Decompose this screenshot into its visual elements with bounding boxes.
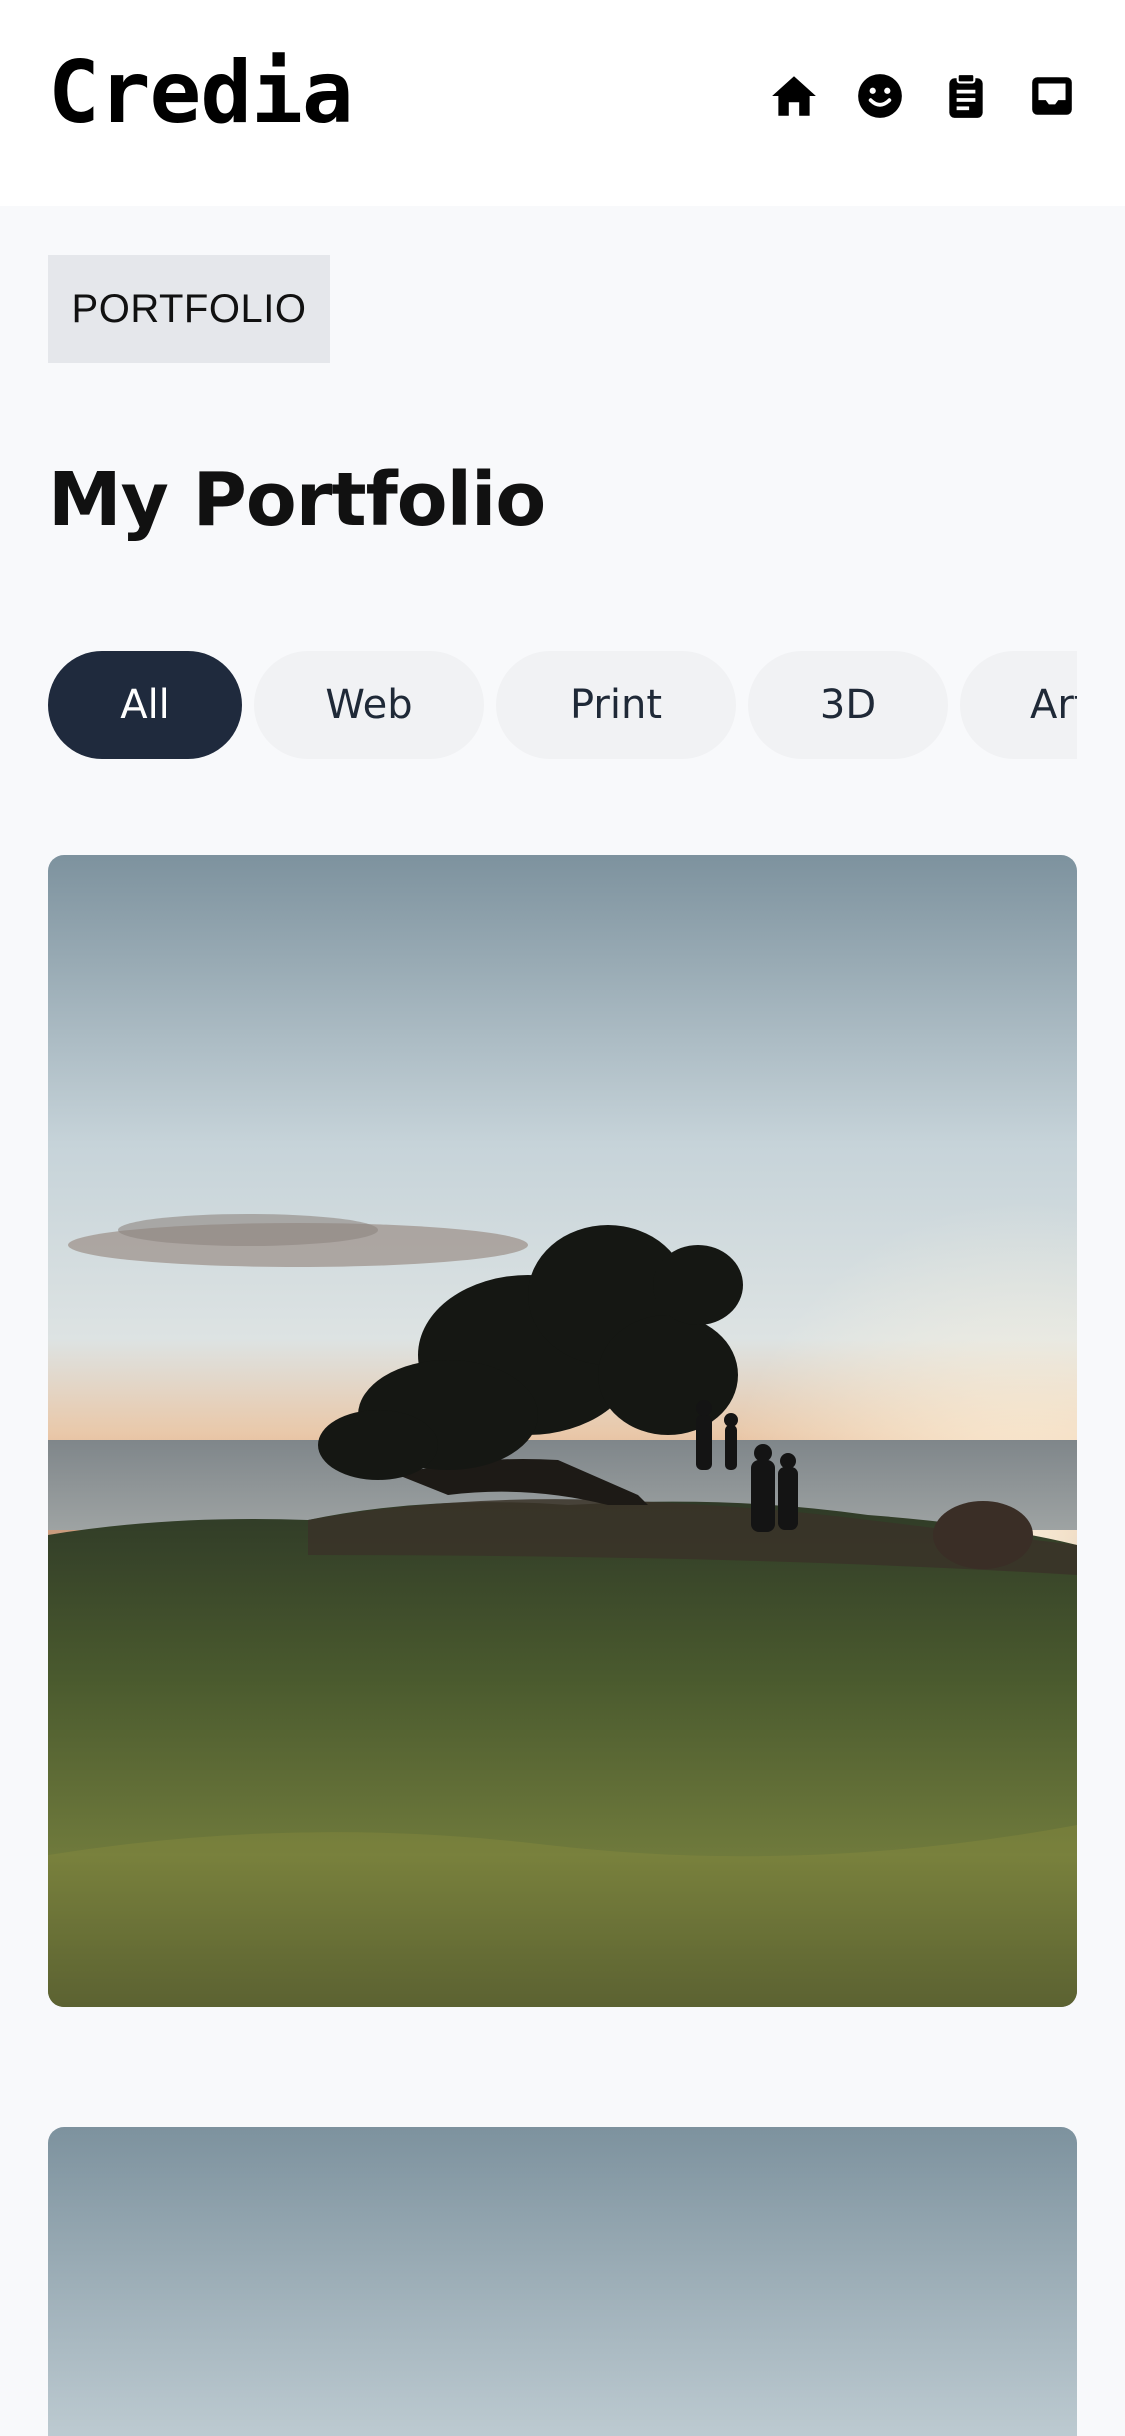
- app-logo[interactable]: Credia: [48, 50, 354, 136]
- home-icon[interactable]: [769, 68, 819, 124]
- filter-bar: All Web Print 3D Art: [48, 651, 1077, 759]
- filter-art[interactable]: Art: [960, 651, 1077, 759]
- filter-print[interactable]: Print: [496, 651, 736, 759]
- portfolio-item-1[interactable]: [48, 855, 1077, 2007]
- section-badge: PORTFOLIO: [48, 255, 330, 363]
- smiley-icon[interactable]: [855, 68, 905, 124]
- nav-icons: [769, 68, 1077, 124]
- inbox-icon[interactable]: [1027, 68, 1077, 124]
- sky-photo: [48, 2127, 1077, 2436]
- portfolio-item-2[interactable]: [48, 2127, 1077, 2436]
- filter-web[interactable]: Web: [254, 651, 484, 759]
- sunset-tree-photo: [48, 855, 1077, 2007]
- filter-3d[interactable]: 3D: [748, 651, 948, 759]
- page-title: My Portfolio: [48, 457, 546, 543]
- app-header: Credia: [0, 0, 1125, 206]
- filter-all[interactable]: All: [48, 651, 242, 759]
- clipboard-icon[interactable]: [941, 68, 991, 124]
